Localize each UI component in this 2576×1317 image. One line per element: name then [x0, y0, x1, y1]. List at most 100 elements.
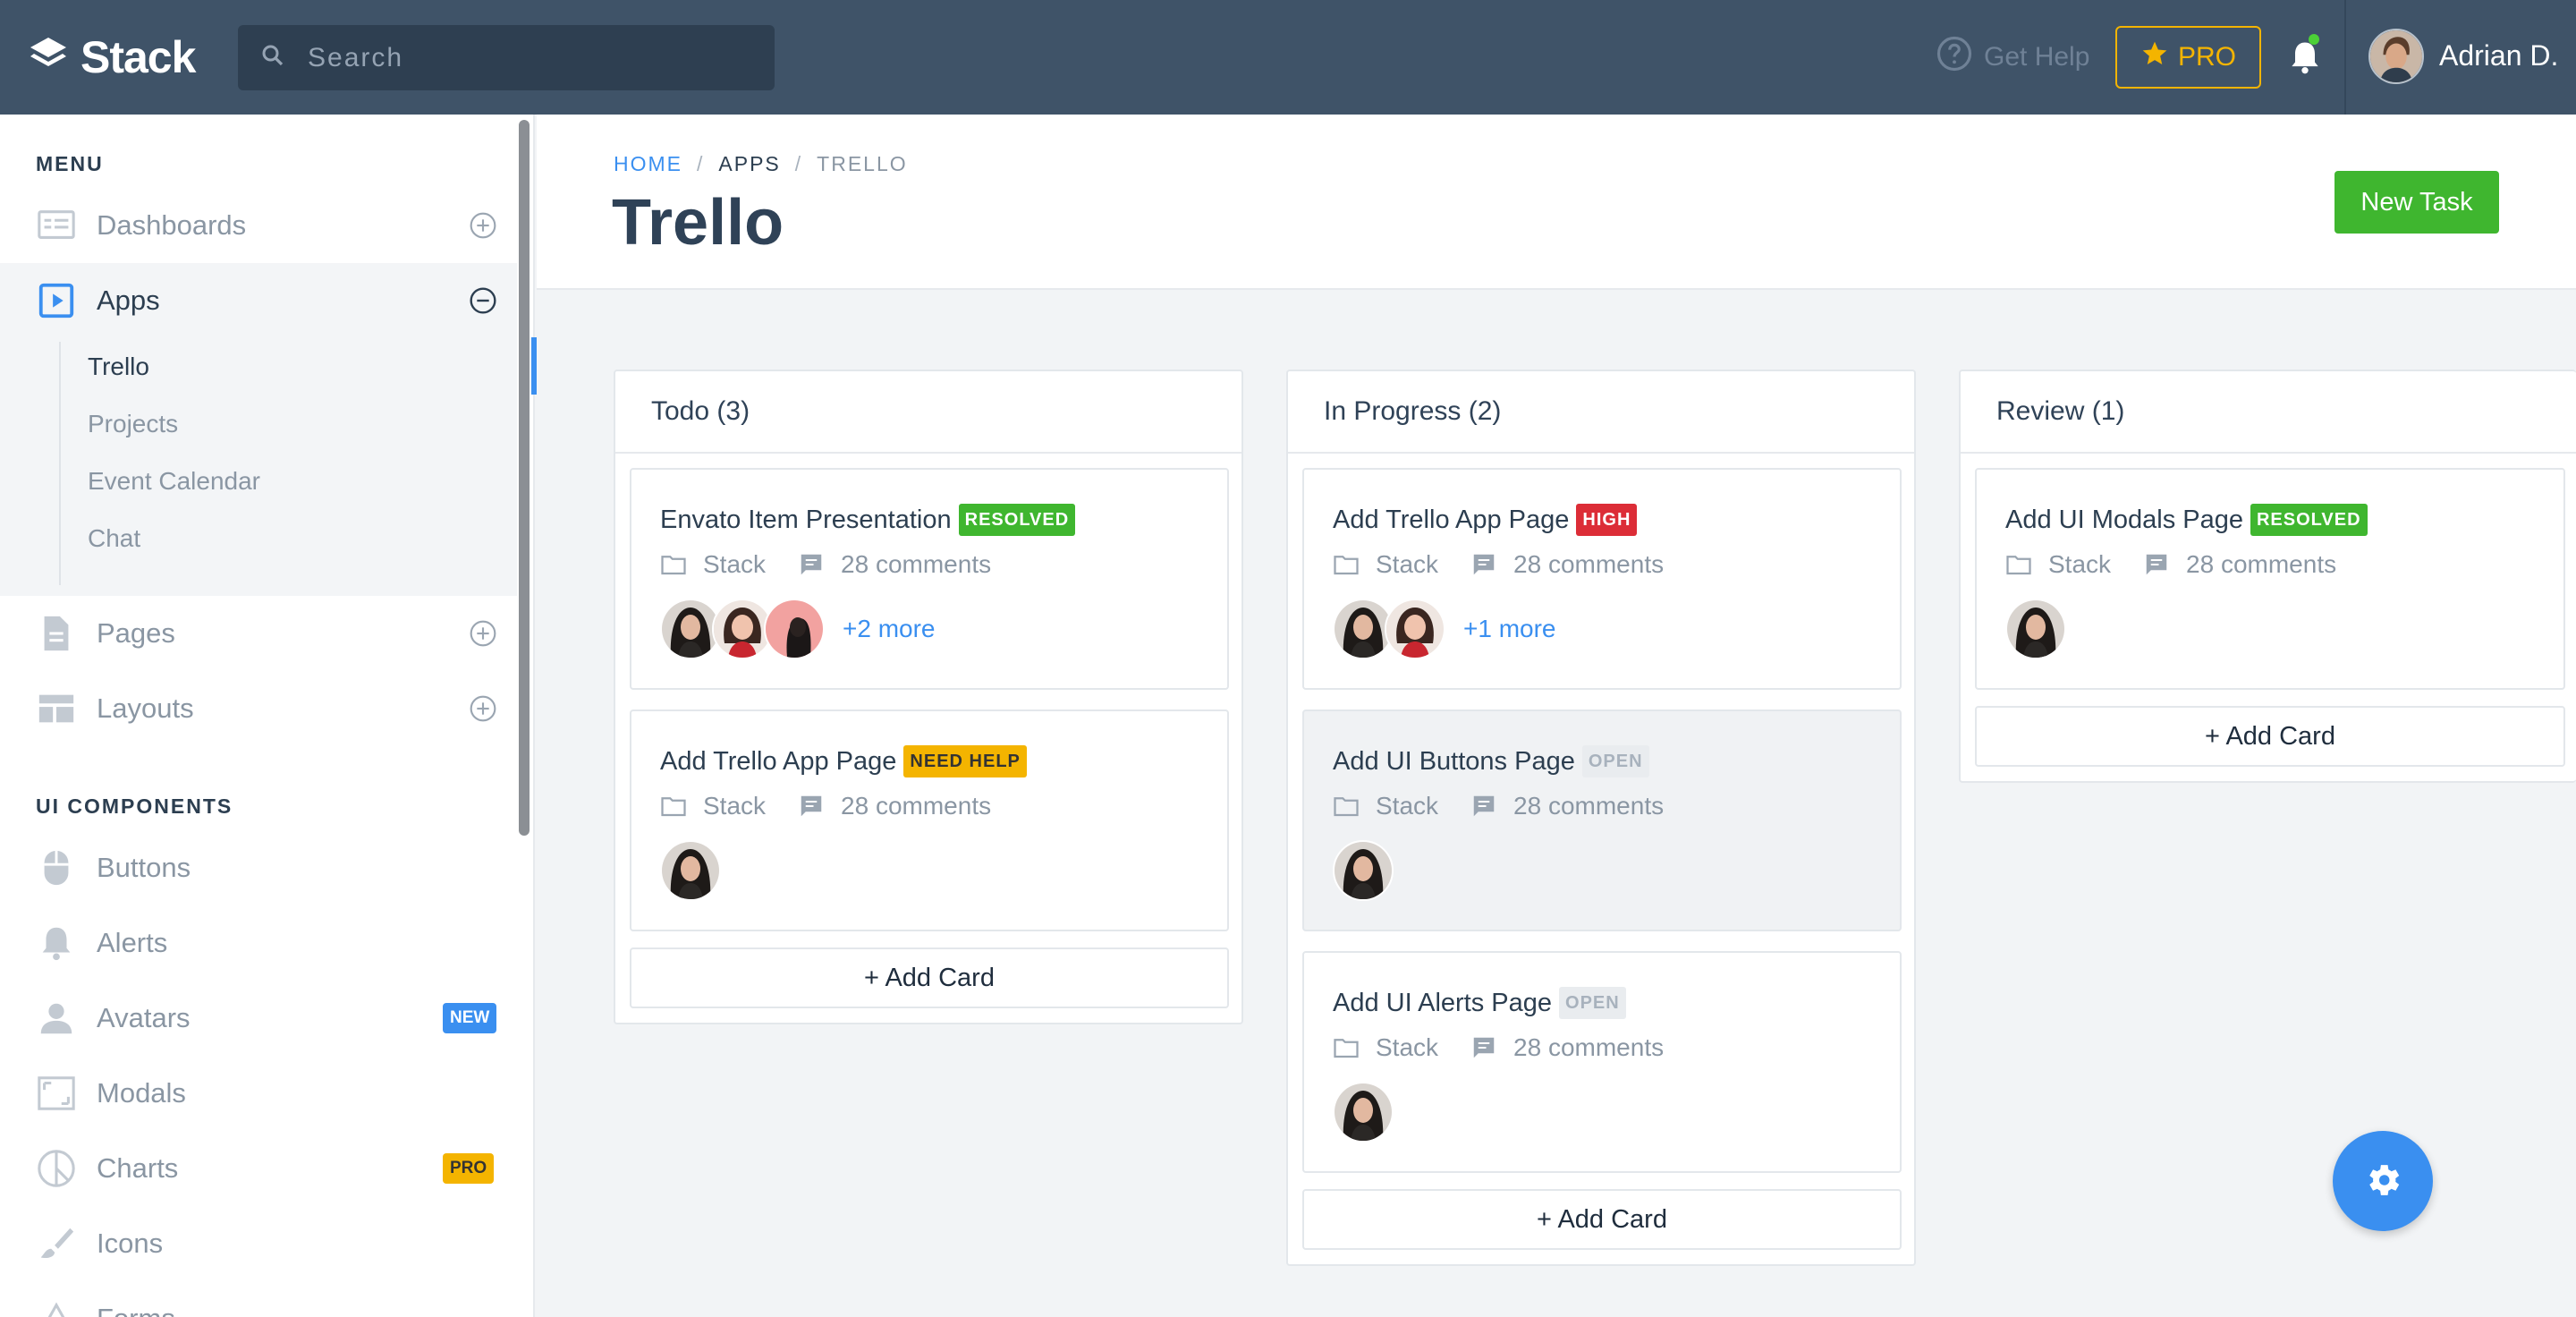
card-comments[interactable]: 28 comments	[841, 550, 991, 579]
file-icon	[36, 613, 77, 654]
comment-icon	[2146, 554, 2167, 575]
card-assignees	[1333, 840, 1394, 901]
collapse-minus-icon[interactable]	[469, 286, 497, 315]
task-card[interactable]: Add Trello App Page HIGH Stack 28 commen…	[1302, 468, 1902, 690]
app-logo[interactable]: Stack	[27, 32, 196, 82]
ui-components-heading: UI COMPONENTS	[36, 794, 233, 818]
breadcrumb-separator: /	[697, 152, 705, 175]
pro-badge: PRO	[443, 1153, 495, 1184]
comment-icon	[1473, 554, 1495, 575]
submenu-guide-line	[59, 342, 61, 585]
sidebar-item-avatars[interactable]: Avatars NEW	[0, 981, 517, 1056]
avatar[interactable]	[1385, 599, 1445, 659]
expand-plus-icon[interactable]	[469, 619, 497, 648]
user-avatar[interactable]	[2368, 29, 2424, 84]
card-title-row: Add UI Modals Page RESOLVED	[2005, 504, 2368, 536]
card-comments[interactable]: 28 comments	[2186, 550, 2336, 579]
sidebar-scrollbar[interactable]	[519, 120, 530, 836]
new-task-button[interactable]: New Task	[2334, 171, 2499, 234]
modal-icon	[36, 1073, 77, 1114]
page-title: Trello	[612, 187, 784, 259]
comment-icon	[1473, 795, 1495, 817]
sidebar-item-charts[interactable]: Charts PRO	[0, 1131, 517, 1206]
notification-bell-icon[interactable]	[2285, 38, 2325, 77]
card-meta: Stack 28 comments	[1333, 550, 1664, 579]
card-comments[interactable]: 28 comments	[1513, 550, 1664, 579]
status-tag: OPEN	[1581, 745, 1649, 777]
sidebar-item-label: Icons	[97, 1228, 164, 1259]
sidebar-subitem-projects[interactable]: Projects	[88, 410, 178, 438]
card-assignees	[660, 840, 721, 901]
card-title-row: Add UI Alerts Page OPEN	[1333, 987, 1626, 1019]
card-project: Stack	[1376, 792, 1439, 820]
card-title: Add UI Modals Page	[2005, 505, 2243, 534]
sidebar-item-label: Alerts	[97, 927, 168, 958]
add-card-button[interactable]: + Add Card	[1975, 706, 2565, 767]
expand-plus-icon[interactable]	[469, 211, 497, 240]
gear-icon	[2362, 1160, 2403, 1203]
more-assignees-link[interactable]: +1 more	[1463, 615, 1556, 643]
card-project: Stack	[703, 792, 767, 820]
sidebar-item-dashboards[interactable]: Dashboards	[0, 188, 517, 263]
avatar[interactable]	[1333, 1082, 1394, 1143]
sidebar-subitem-trello[interactable]: Trello	[88, 353, 149, 381]
folder-icon	[1334, 556, 1359, 575]
card-comments[interactable]: 28 comments	[841, 792, 991, 820]
help-circle-icon	[1936, 35, 1984, 80]
user-name[interactable]: Adrian D.	[2439, 39, 2558, 72]
avatar[interactable]	[2005, 599, 2066, 659]
board-column-in-progress: In Progress (2) Add Trello App Page HIGH…	[1286, 370, 1916, 1266]
sidebar-item-modals[interactable]: Modals	[0, 1056, 517, 1131]
avatar[interactable]	[764, 599, 825, 659]
card-title: Add Trello App Page	[1333, 505, 1570, 534]
add-card-button[interactable]: + Add Card	[630, 947, 1229, 1008]
sidebar-item-label: Forms	[97, 1303, 175, 1317]
task-card[interactable]: Add UI Alerts Page OPEN Stack 28 comment…	[1302, 951, 1902, 1173]
get-help-label: Get Help	[1984, 42, 2090, 72]
layout-icon	[36, 688, 77, 729]
sidebar-item-alerts[interactable]: Alerts	[0, 905, 517, 981]
sidebar-item-buttons[interactable]: Buttons	[0, 830, 517, 905]
folder-icon	[1334, 1039, 1359, 1058]
card-comments[interactable]: 28 comments	[1513, 792, 1664, 820]
mouse-icon	[36, 847, 77, 888]
sidebar-item-pages[interactable]: Pages	[0, 596, 517, 671]
brush-icon	[36, 1223, 77, 1264]
sidebar-subitem-chat[interactable]: Chat	[88, 524, 140, 553]
pro-button[interactable]: PRO	[2115, 26, 2261, 89]
breadcrumb-home[interactable]: HOME	[614, 152, 682, 176]
task-card[interactable]: Add Trello App Page NEED HELP Stack 28 c…	[630, 709, 1229, 931]
sidebar-item-forms[interactable]: Forms	[0, 1281, 517, 1317]
breadcrumb-apps[interactable]: APPS	[718, 152, 780, 176]
task-card[interactable]: Envato Item Presentation RESOLVED Stack …	[630, 468, 1229, 690]
sidebar-item-layouts[interactable]: Layouts	[0, 671, 517, 746]
task-card[interactable]: Add UI Modals Page RESOLVED Stack 28 com…	[1975, 468, 2565, 690]
card-assignees	[2005, 599, 2066, 659]
sidebar-item-icons[interactable]: Icons	[0, 1206, 517, 1281]
get-help-link[interactable]: Get Help	[1936, 36, 2089, 79]
card-title-row: Envato Item Presentation RESOLVED	[660, 504, 1076, 536]
comment-icon	[801, 554, 822, 575]
search-input[interactable]	[308, 42, 773, 73]
sidebar-subitem-event-calendar[interactable]: Event Calendar	[88, 467, 260, 496]
pro-label: PRO	[2177, 42, 2236, 72]
card-comments[interactable]: 28 comments	[1513, 1033, 1664, 1062]
active-item-marker	[531, 337, 537, 395]
expand-plus-icon[interactable]	[469, 694, 497, 723]
breadcrumb-current: TRELLO	[817, 152, 908, 175]
folder-icon	[661, 797, 686, 817]
card-title-row: Add Trello App Page NEED HELP	[660, 745, 1027, 777]
settings-fab[interactable]	[2333, 1131, 2433, 1231]
add-card-button[interactable]: + Add Card	[1302, 1189, 1902, 1250]
breadcrumb: HOME / APPS / TRELLO	[614, 152, 908, 176]
task-card[interactable]: Add UI Buttons Page OPEN Stack 28 commen…	[1302, 709, 1902, 931]
folder-icon	[2006, 556, 2031, 575]
triangle-icon	[36, 1298, 77, 1317]
avatar[interactable]	[660, 840, 721, 901]
topbar-divider	[2344, 0, 2346, 115]
more-assignees-link[interactable]: +2 more	[843, 615, 936, 643]
search-box	[238, 25, 775, 90]
sidebar-item-apps[interactable]: Apps	[0, 263, 517, 338]
card-meta: Stack 28 comments	[1333, 1033, 1664, 1062]
avatar[interactable]	[1333, 840, 1394, 901]
